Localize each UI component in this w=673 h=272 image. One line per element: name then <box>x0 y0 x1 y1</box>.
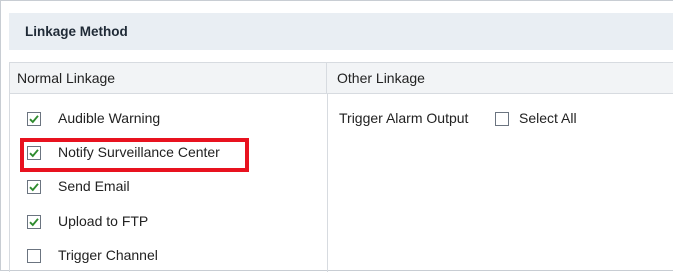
select-all-checkbox[interactable] <box>495 112 509 126</box>
column-left-border <box>9 94 10 272</box>
checkmark-icon <box>29 218 39 227</box>
other-linkage-header-label: Other Linkage <box>337 70 425 86</box>
send-email-label: Send Email <box>58 178 130 194</box>
checkmark-icon <box>29 115 39 124</box>
linkage-method-panel: Linkage Method Normal Linkage Other Link… <box>0 0 673 272</box>
upload-to-ftp-checkbox[interactable] <box>27 215 41 229</box>
column-divider <box>327 94 328 272</box>
normal-linkage-header-label: Normal Linkage <box>17 70 116 86</box>
select-all-label[interactable]: Select All <box>519 110 577 126</box>
trigger-channel-checkbox[interactable] <box>27 249 41 263</box>
trigger-alarm-output-label: Trigger Alarm Output <box>339 110 469 126</box>
checkmark-icon <box>29 183 39 192</box>
upload-to-ftp-label: Upload to FTP <box>58 213 149 229</box>
normal-linkage-header: Normal Linkage <box>9 62 327 94</box>
send-email-checkbox[interactable] <box>27 180 41 194</box>
panel-title: Linkage Method <box>25 24 128 39</box>
other-linkage-header: Other Linkage <box>327 62 673 94</box>
trigger-channel-label: Trigger Channel <box>58 247 158 263</box>
panel-title-bar: Linkage Method <box>9 13 673 50</box>
audible-warning-label: Audible Warning <box>58 110 161 126</box>
highlight-box <box>20 138 249 172</box>
audible-warning-checkbox[interactable] <box>27 112 41 126</box>
